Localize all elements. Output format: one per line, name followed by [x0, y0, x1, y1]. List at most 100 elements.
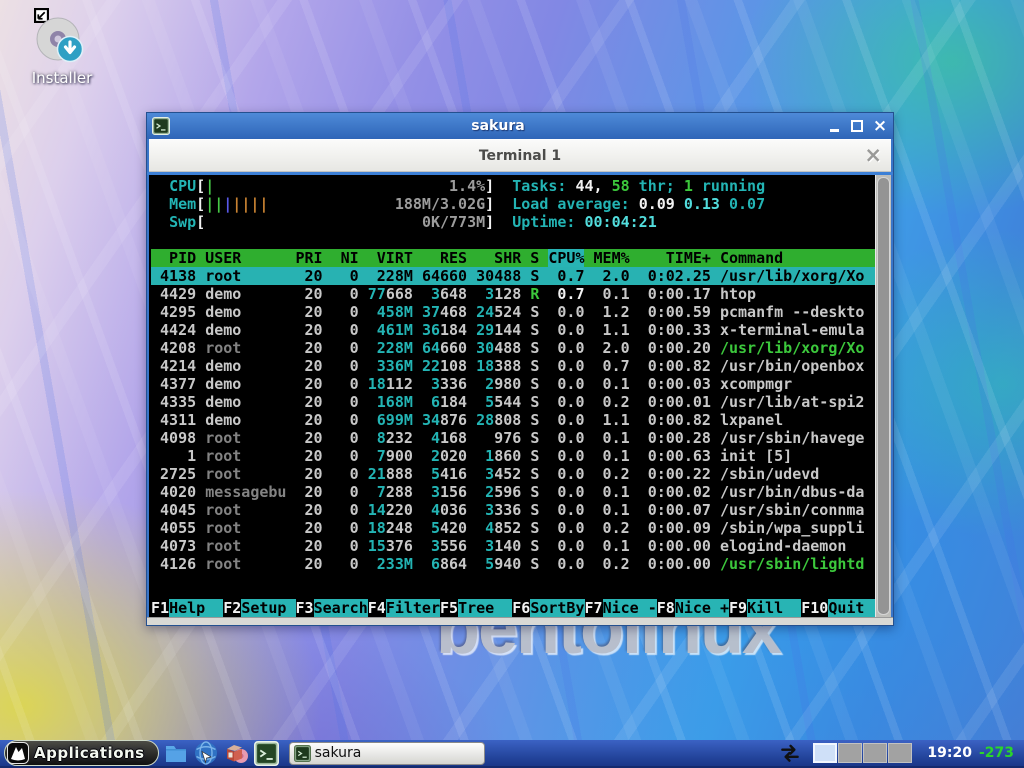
- package-icon: [227, 745, 249, 763]
- process-row[interactable]: 4429 demo 20 0 77668 3648 3128 R 0.7 0.1…: [151, 285, 875, 303]
- terminal-scrollbar[interactable]: [875, 175, 891, 617]
- close-button[interactable]: ×: [872, 116, 888, 136]
- process-row[interactable]: 4295 demo 20 0 458M 37468 24524 S 0.0 1.…: [151, 303, 875, 321]
- installer-icon[interactable]: Installer: [18, 16, 106, 87]
- process-row[interactable]: 4377 demo 20 0 18112 3336 2980 S 0.0 0.1…: [151, 375, 875, 393]
- mem-meter-bar: |: [205, 195, 215, 213]
- mem-meter-bar: |: [214, 195, 224, 213]
- fkey-F2[interactable]: F2: [223, 599, 241, 617]
- process-row[interactable]: 4138 root 20 0 228M 64660 30488 S 0.7 2.…: [151, 267, 875, 285]
- fkey-F10-label[interactable]: Quit: [828, 599, 875, 617]
- terminal-window: sakura × Terminal 1 × CPU[| 1.4%] Tasks:…: [146, 112, 894, 626]
- terminal-launcher[interactable]: [253, 740, 279, 766]
- process-row[interactable]: 4335 demo 20 0 168M 6184 5544 S 0.0 0.2 …: [151, 393, 875, 411]
- process-row[interactable]: 4055 root 20 0 18248 5420 4852 S 0.0 0.2…: [151, 519, 875, 537]
- fkey-F1-label[interactable]: Help: [169, 599, 224, 617]
- process-row[interactable]: 4311 demo 20 0 699M 34876 28808 S 0.0 1.…: [151, 411, 875, 429]
- maximize-icon: [851, 120, 863, 132]
- folder-icon: [166, 746, 187, 762]
- workspace-3[interactable]: [863, 743, 888, 763]
- cpu-meter-value: 1.4%: [449, 177, 486, 195]
- fkey-F5-label[interactable]: Tree: [458, 599, 513, 617]
- process-row[interactable]: 4020 messagebu 20 0 7288 3156 2596 S 0.0…: [151, 483, 875, 501]
- task-button-label: sakura: [314, 745, 362, 761]
- table-header: PID USER PRI NI VIRT RES SHR S CPU% MEM%…: [151, 249, 875, 267]
- installer-disc-icon: [36, 17, 84, 63]
- globe-icon: [195, 741, 218, 765]
- package-manager-launcher[interactable]: [224, 741, 249, 766]
- fkey-F5[interactable]: F5: [440, 599, 458, 617]
- mem-meter-value: 188M/3.02G: [394, 195, 486, 213]
- taskbar-task-sakura[interactable]: sakura: [288, 741, 485, 765]
- window-bottom-border: [147, 617, 893, 625]
- applications-logo-icon: [7, 742, 29, 764]
- process-row[interactable]: 4214 demo 20 0 336M 22108 18388 S 0.0 0.…: [151, 357, 875, 375]
- fkey-F4-label[interactable]: Filter: [385, 599, 440, 617]
- fkey-F7[interactable]: F7: [585, 599, 603, 617]
- tab-title: Terminal 1: [478, 147, 562, 164]
- applications-menu-label: Applications: [34, 744, 145, 762]
- mem-meter-bar: |: [241, 195, 251, 213]
- terminal-area: CPU[| 1.4%] Tasks: 44, 58 thr; 1 running…: [149, 175, 891, 617]
- process-row[interactable]: 4126 root 20 0 233M 6864 5940 S 0.0 0.2 …: [151, 555, 875, 573]
- web-browser-launcher[interactable]: [194, 741, 219, 766]
- workspace-2[interactable]: [838, 743, 863, 763]
- task-terminal-icon: [293, 744, 311, 762]
- process-row[interactable]: 1 root 20 0 7900 2020 1860 S 0.0 0.1 0:0…: [151, 447, 875, 465]
- network-swap-icon[interactable]: [777, 741, 802, 766]
- installer-label: Installer: [31, 69, 93, 87]
- minimize-icon: [829, 128, 839, 132]
- scrollbar-thumb[interactable]: [877, 177, 890, 615]
- cpu-meter-bar: |: [205, 177, 215, 195]
- fkey-F4[interactable]: F4: [368, 599, 386, 617]
- applications-menu-button[interactable]: Applications: [4, 740, 159, 766]
- tab-close-button[interactable]: ×: [864, 143, 882, 167]
- fkey-F10[interactable]: F10: [801, 599, 828, 617]
- fkey-F6-label[interactable]: SortBy: [530, 599, 585, 617]
- window-terminal-icon: [152, 117, 170, 135]
- mem-meter-bar: |: [223, 195, 233, 213]
- process-row[interactable]: 4045 root 20 0 14220 4036 3336 S 0.0 0.1…: [151, 501, 875, 519]
- process-row[interactable]: 2725 root 20 0 21888 5416 3452 S 0.0 0.2…: [151, 465, 875, 483]
- taskbar: Applications sakura 19:20 -273: [0, 740, 1024, 768]
- temperature-widget: -273: [978, 745, 1014, 761]
- terminal-empty-space: [151, 573, 875, 599]
- process-row[interactable]: 4208 root 20 0 228M 64660 30488 S 0.0 2.…: [151, 339, 875, 357]
- fkey-F2-label[interactable]: Setup: [241, 599, 296, 617]
- minimize-button[interactable]: [826, 118, 842, 134]
- sort-column-header[interactable]: CPU%: [548, 249, 585, 267]
- fkey-F8[interactable]: F8: [657, 599, 675, 617]
- desktop-background: bentolinux Installer sakura × Terminal 1…: [0, 0, 1024, 768]
- window-title: sakura: [471, 118, 525, 134]
- process-row[interactable]: 4098 root 20 0 8232 4168 976 S 0.0 0.1 0…: [151, 429, 875, 447]
- clock: 19:20: [927, 745, 972, 761]
- workspace-1[interactable]: [813, 743, 838, 763]
- process-row[interactable]: 4073 root 20 0 15376 3556 3140 S 0.0 0.1…: [151, 537, 875, 555]
- swp-meter-value: 0K/773M: [421, 213, 486, 231]
- mem-meter-bar: |: [232, 195, 242, 213]
- window-titlebar[interactable]: sakura ×: [147, 113, 893, 139]
- terminal-icon: [253, 740, 279, 766]
- maximize-button[interactable]: [849, 118, 865, 134]
- workspace-4[interactable]: [888, 743, 913, 763]
- swp-meter-label: Swp: [169, 213, 197, 231]
- swp-meter-line: Swp[ 0K/773M] Uptime: 00:04:21: [169, 213, 657, 231]
- fkey-F8-label[interactable]: Nice +: [674, 599, 729, 617]
- mem-meter-label: Mem: [169, 195, 197, 213]
- fkey-F6[interactable]: F6: [512, 599, 530, 617]
- terminal-output[interactable]: CPU[| 1.4%] Tasks: 44, 58 thr; 1 running…: [149, 175, 875, 617]
- workspace-pager: [813, 743, 913, 763]
- fkey-F7-label[interactable]: Nice -: [602, 599, 657, 617]
- fkey-F3[interactable]: F3: [296, 599, 314, 617]
- process-row[interactable]: 4424 demo 20 0 461M 36184 29144 S 0.0 1.…: [151, 321, 875, 339]
- fkey-F9-label[interactable]: Kill: [747, 599, 802, 617]
- fkey-F1[interactable]: F1: [151, 599, 169, 617]
- mem-meter-line: Mem[||||||| 188M/3.02G] Load average: 0.…: [169, 195, 766, 213]
- swap-arrows-icon: [781, 744, 799, 762]
- close-icon: ×: [872, 116, 888, 136]
- file-manager-launcher[interactable]: [164, 741, 189, 766]
- function-key-bar: F1Help F2Setup F3SearchF4FilterF5Tree F6…: [151, 599, 875, 617]
- fkey-F9[interactable]: F9: [729, 599, 747, 617]
- fkey-F3-label[interactable]: Search: [313, 599, 368, 617]
